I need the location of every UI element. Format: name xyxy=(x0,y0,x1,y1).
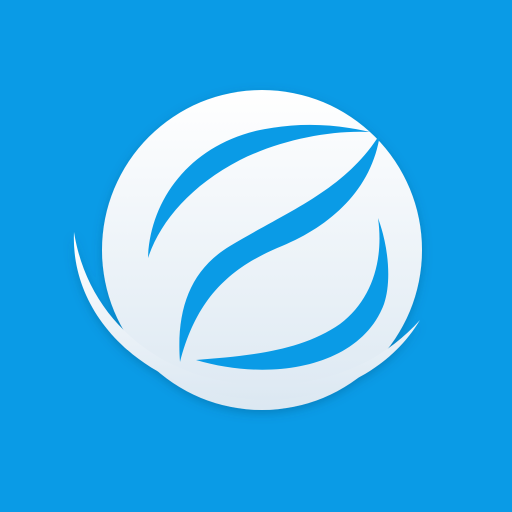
app-icon xyxy=(0,0,512,512)
leaf-globe-icon xyxy=(0,0,512,512)
